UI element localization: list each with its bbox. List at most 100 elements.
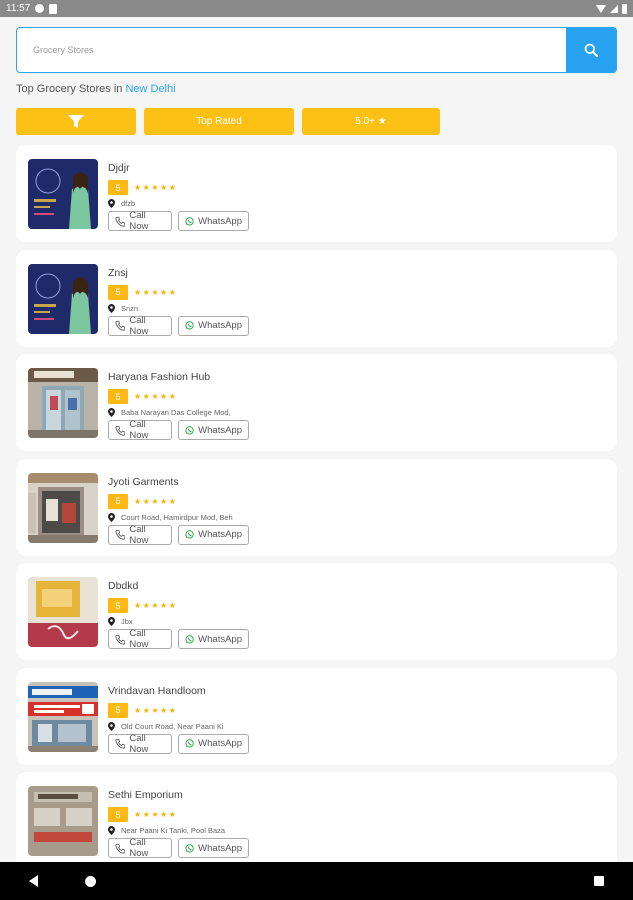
whatsapp-button[interactable]: WhatsApp bbox=[178, 315, 249, 336]
whatsapp-label: WhatsApp bbox=[198, 842, 242, 854]
call-now-button[interactable]: Call Now bbox=[108, 419, 172, 441]
store-card[interactable]: Jyoti Garments 5 ★★★★★ Court Road, Hamir… bbox=[16, 458, 617, 556]
address-text: Court Road, Hamirdpur Mod, Beh bbox=[121, 512, 233, 522]
store-card[interactable]: Dbdkd 5 ★★★★★ Jbx Call Now WhatsApp bbox=[16, 563, 617, 660]
call-now-label: Call Now bbox=[129, 523, 149, 546]
store-name: Sethi Emporium bbox=[108, 789, 183, 801]
rating-badge: 5 bbox=[108, 598, 128, 613]
store-actions: Call Now WhatsApp bbox=[108, 523, 249, 546]
store-card[interactable]: Sethi Emporium 5 ★★★★★ Near Paani Ki Tan… bbox=[16, 772, 617, 862]
store-card[interactable]: Djdjr 5 ★★★★★ dfzb Call Now WhatsApp bbox=[16, 145, 617, 242]
call-now-button[interactable]: Call Now bbox=[108, 732, 172, 755]
search-button[interactable] bbox=[566, 28, 616, 72]
call-now-button[interactable]: Call Now bbox=[108, 523, 172, 546]
phone-icon bbox=[115, 634, 126, 645]
store-card[interactable]: Haryana Fashion Hub 5 ★★★★★ Baba Narayan… bbox=[16, 354, 617, 451]
filter-button[interactable] bbox=[16, 108, 136, 135]
whatsapp-icon bbox=[185, 530, 194, 539]
rating-badge: 5 bbox=[108, 493, 128, 509]
store-actions: Call Now WhatsApp bbox=[108, 732, 249, 755]
rating-stars: ★★★★★ bbox=[134, 810, 178, 819]
filter-funnel-icon bbox=[68, 115, 84, 128]
main-content: Top Grocery Stores in New Delhi Top Rate… bbox=[0, 17, 633, 862]
whatsapp-label: WhatsApp bbox=[198, 738, 242, 749]
store-address: Jbx bbox=[108, 616, 249, 627]
rating-badge: 5 bbox=[108, 807, 128, 822]
location-pin-icon bbox=[108, 199, 115, 208]
wifi-icon bbox=[596, 4, 606, 13]
filter-bar: Top Rated 5.0+ ★ bbox=[16, 108, 440, 135]
call-now-label: Call Now bbox=[129, 837, 149, 859]
store-rating: 5 ★★★★★ bbox=[108, 702, 249, 718]
store-info: Dbdkd 5 ★★★★★ Jbx Call Now WhatsApp bbox=[108, 580, 249, 650]
store-info: Haryana Fashion Hub 5 ★★★★★ Baba Narayan… bbox=[108, 371, 249, 441]
search-icon bbox=[584, 43, 598, 57]
call-now-label: Call Now bbox=[129, 419, 149, 441]
store-actions: Call Now WhatsApp bbox=[108, 210, 249, 232]
whatsapp-label: WhatsApp bbox=[198, 633, 242, 645]
store-rating: 5 ★★★★★ bbox=[108, 284, 249, 300]
home-icon[interactable] bbox=[85, 876, 96, 887]
whatsapp-icon bbox=[185, 634, 194, 643]
store-info: Vrindavan Handloom 5 ★★★★★ Old Court Roa… bbox=[108, 684, 249, 755]
whatsapp-button[interactable]: WhatsApp bbox=[178, 733, 249, 754]
phone-icon bbox=[115, 738, 126, 749]
call-now-label: Call Now bbox=[129, 732, 149, 755]
rating-badge: 5 bbox=[108, 389, 128, 404]
location-pin-icon bbox=[108, 617, 115, 626]
top-rated-button[interactable]: Top Rated bbox=[144, 108, 294, 135]
notification-icon bbox=[35, 4, 45, 13]
phone-icon bbox=[115, 216, 126, 227]
phone-icon bbox=[115, 320, 126, 331]
whatsapp-button[interactable]: WhatsApp bbox=[178, 420, 249, 440]
store-name: Vrindavan Handloom bbox=[108, 684, 206, 697]
status-time: 11:57 bbox=[6, 3, 31, 14]
store-rating: 5 ★★★★★ bbox=[108, 807, 249, 822]
whatsapp-icon bbox=[185, 843, 194, 852]
rating-stars: ★★★★★ bbox=[134, 183, 178, 192]
page-title-prefix: Top Grocery Stores in bbox=[16, 83, 126, 95]
store-rating: 5 ★★★★★ bbox=[108, 180, 249, 195]
rating-stars: ★★★★★ bbox=[134, 496, 178, 506]
store-info: Jyoti Garments 5 ★★★★★ Court Road, Hamir… bbox=[108, 475, 249, 546]
store-thumbnail bbox=[28, 263, 98, 334]
call-now-button[interactable]: Call Now bbox=[108, 628, 172, 650]
store-card[interactable]: Znsj 5 ★★★★★ Snzn Call Now WhatsApp bbox=[16, 249, 617, 347]
whatsapp-label: WhatsApp bbox=[198, 424, 242, 436]
whatsapp-button[interactable]: WhatsApp bbox=[178, 838, 249, 858]
whatsapp-button[interactable]: WhatsApp bbox=[178, 524, 249, 545]
back-icon[interactable] bbox=[29, 875, 38, 887]
call-now-button[interactable]: Call Now bbox=[108, 210, 172, 232]
location-pin-icon bbox=[108, 826, 115, 835]
store-card[interactable]: Vrindavan Handloom 5 ★★★★★ Old Court Roa… bbox=[16, 667, 617, 765]
whatsapp-button[interactable]: WhatsApp bbox=[178, 629, 249, 649]
store-name: Jyoti Garments bbox=[108, 475, 179, 488]
call-now-button[interactable]: Call Now bbox=[108, 837, 172, 859]
city-link[interactable]: New Delhi bbox=[125, 83, 175, 95]
whatsapp-button[interactable]: WhatsApp bbox=[178, 211, 249, 231]
store-address: Old Court Road, Near Paani Ki bbox=[108, 721, 249, 732]
whatsapp-icon bbox=[185, 425, 194, 434]
whatsapp-label: WhatsApp bbox=[198, 529, 242, 540]
store-name: Djdjr bbox=[108, 162, 130, 174]
store-thumbnail bbox=[28, 159, 98, 229]
phone-icon bbox=[115, 425, 126, 436]
whatsapp-label: WhatsApp bbox=[198, 320, 242, 331]
location-pin-icon bbox=[108, 408, 115, 417]
rating-filter-button[interactable]: 5.0+ ★ bbox=[302, 108, 440, 135]
store-actions: Call Now WhatsApp bbox=[108, 837, 249, 859]
location-pin-icon bbox=[108, 721, 115, 731]
store-name: Znsj bbox=[108, 266, 128, 279]
battery-icon bbox=[622, 3, 627, 14]
rating-stars: ★★★★★ bbox=[134, 705, 178, 715]
rating-badge: 5 bbox=[108, 702, 128, 718]
location-pin-icon bbox=[108, 303, 115, 313]
store-actions: Call Now WhatsApp bbox=[108, 628, 249, 650]
call-now-button[interactable]: Call Now bbox=[108, 315, 172, 337]
location-pin-icon bbox=[108, 512, 115, 522]
store-list: Djdjr 5 ★★★★★ dfzb Call Now WhatsApp Zns… bbox=[16, 145, 617, 862]
store-address: Near Paani Ki Tanki, Pool Baza bbox=[108, 825, 249, 836]
store-name: Dbdkd bbox=[108, 580, 139, 592]
recent-apps-icon[interactable] bbox=[594, 876, 604, 886]
search-input[interactable] bbox=[17, 28, 566, 72]
